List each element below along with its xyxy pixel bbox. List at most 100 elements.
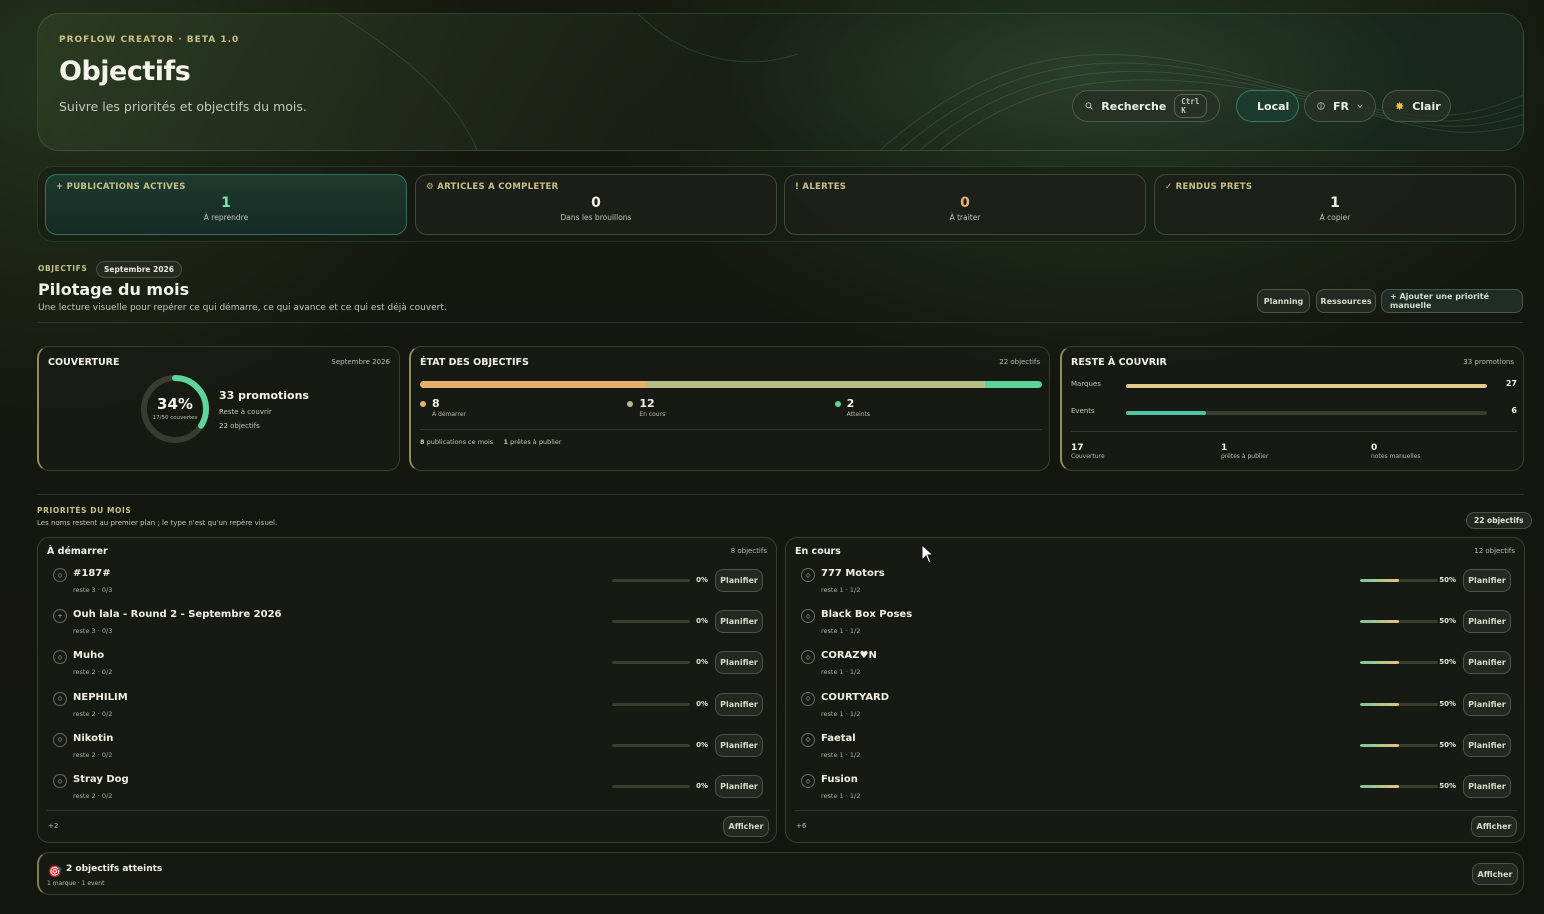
divider — [1071, 431, 1517, 432]
plan-button[interactable]: Planifier — [1463, 733, 1511, 757]
achieved-sub: 1 marque · 1 event — [47, 880, 105, 887]
priority-sub: reste 1 · 1/2 — [821, 792, 861, 800]
priority-name: Ouh lala - Round 2 - Septembre 2026 — [73, 609, 282, 621]
priority-sub: reste 1 · 1/2 — [821, 627, 861, 636]
state-segment — [985, 381, 1042, 388]
priority-name: 777 Motors — [821, 568, 885, 579]
list-meta: 12 objectifs — [1474, 547, 1515, 555]
add-priority-button[interactable]: + Ajouter une priorité manuelle — [1381, 289, 1523, 313]
search-label: Recherche — [1101, 99, 1167, 113]
language-select[interactable]: FR — [1304, 90, 1376, 122]
show-more-button[interactable]: Afficher — [1471, 816, 1517, 837]
resources-button[interactable]: Ressources — [1316, 289, 1376, 313]
plan-button[interactable]: Planifier — [1463, 569, 1511, 592]
divider — [38, 322, 1523, 323]
priority-row[interactable]: ◇ #187# reste 3 · 0/3 0% Planifier — [38, 564, 778, 604]
priority-percent: 50% — [1439, 576, 1456, 584]
card-meta: 33 promotions — [1463, 358, 1514, 366]
stat-value: 1 — [221, 195, 231, 211]
legend-value: 8 — [432, 397, 440, 410]
stat-value: 0 — [591, 195, 601, 211]
coverage-percent: 34% — [157, 395, 193, 413]
priority-progress-track — [612, 661, 690, 665]
show-more-button[interactable]: Afficher — [723, 816, 769, 837]
priority-name: #187# — [73, 568, 111, 579]
state-segment — [420, 381, 647, 388]
diamond-icon: ◇ — [801, 732, 815, 747]
priority-percent: 50% — [1439, 658, 1456, 667]
plan-button[interactable]: Planifier — [1463, 692, 1511, 716]
stat-caption: À traiter — [949, 213, 981, 222]
priority-percent: 50% — [1439, 782, 1456, 790]
priority-row[interactable]: ◇ Fusion reste 1 · 1/2 50% Planifier — [786, 770, 1526, 810]
priority-row[interactable]: ◇ NEPHILIM reste 2 · 0/2 0% Planifier — [38, 688, 778, 728]
card-title: COUVERTURE — [48, 357, 120, 368]
priority-progress-track — [1360, 620, 1438, 624]
stat-card-publications[interactable]: + PUBLICATIONS ACTIVES 1 À reprendre — [45, 174, 407, 235]
legend-value: 12 — [639, 397, 655, 410]
state-legend: 8À démarrer 12 En cours 2 Atteints — [420, 397, 1042, 425]
diamond-icon: ◇ — [53, 650, 67, 665]
remaining-bar-value: 6 — [1511, 406, 1517, 415]
priority-percent: 0% — [696, 782, 708, 790]
plan-button[interactable]: Planifier — [715, 775, 763, 798]
coverage-objectives: 22 objectifs — [219, 422, 260, 430]
planning-button[interactable]: Planning — [1257, 289, 1310, 313]
search-button[interactable]: Recherche Ctrl K — [1072, 90, 1220, 122]
mouse-cursor-icon — [921, 544, 935, 564]
priority-row[interactable]: ◇ Muho reste 2 · 0/2 0% Planifier — [38, 646, 778, 686]
local-mode-button[interactable]: Local — [1236, 90, 1299, 122]
plan-button[interactable]: Planifier — [715, 651, 763, 675]
pub-label: publications ce mois — [426, 438, 494, 446]
priority-name: Black Box Poses — [821, 609, 913, 621]
stat-label: ✓ RENDUS PRETS — [1165, 182, 1253, 192]
priorities-count-chip: 22 objectifs — [1466, 512, 1532, 529]
priority-row[interactable]: ◇ Stray Dog reste 2 · 0/2 0% Planifier — [38, 770, 778, 810]
plan-button[interactable]: Planifier — [715, 569, 763, 592]
plan-button[interactable]: Planifier — [715, 610, 763, 634]
remaining-bar-row: Marques 27 — [1071, 379, 1517, 393]
plan-button[interactable]: Planifier — [1463, 610, 1511, 634]
priority-sub: reste 1 · 1/2 — [821, 709, 861, 718]
legend-row: 12 — [627, 397, 665, 410]
plan-button[interactable]: Planifier — [715, 733, 763, 757]
priority-progress-track — [612, 579, 690, 582]
priority-row[interactable]: ◇ Black Box Poses reste 1 · 1/2 50% Planifie… — [786, 605, 1526, 645]
state-stacked-bar — [420, 381, 1042, 388]
stat-card-renders[interactable]: ✓ RENDUS PRETS 1 À copier — [1154, 174, 1516, 235]
stat-card-alerts[interactable]: ! ALERTES 0 À traiter — [784, 174, 1146, 235]
priority-progress-fill — [1360, 661, 1399, 665]
page-header — [37, 13, 1524, 151]
diamond-icon: ◇ — [801, 568, 815, 582]
priority-sub: reste 1 · 1/2 — [821, 586, 861, 594]
plan-button[interactable]: Planifier — [1463, 775, 1511, 798]
priority-name: Fusion — [821, 774, 858, 785]
remaining-bar-label: Marques — [1071, 380, 1101, 388]
state-footer: 8 publications ce mois 1 prêtes à publie… — [420, 438, 562, 446]
priority-progress-track — [1360, 579, 1438, 582]
theme-toggle[interactable]: ✸ Clair — [1382, 90, 1451, 122]
doing-rows: ◇ 777 Motors reste 1 · 1/2 50% Planifier ◇ Bla… — [786, 564, 1526, 810]
priority-percent: 0% — [696, 576, 708, 584]
card-title: ÉTAT DES OBJECTIFS — [420, 357, 529, 368]
stat-card-articles[interactable]: ⚙ ARTICLES A COMPLETER 0 Dans les brouil… — [415, 174, 777, 235]
priority-row[interactable]: ◇ Faetal reste 1 · 1/2 50% Planifier — [786, 729, 1526, 769]
plan-button[interactable]: Planifier — [715, 692, 763, 716]
divider — [47, 810, 769, 811]
priority-row[interactable]: + Ouh lala - Round 2 - Septembre 2026 rest… — [38, 605, 778, 645]
remaining-bars: Marques 27 Events 6 — [1071, 379, 1517, 429]
ready-label: prêtes à publier — [510, 438, 562, 446]
priority-row[interactable]: ◇ Nikotin reste 2 · 0/2 0% Planifier — [38, 729, 778, 769]
priority-row[interactable]: ◇ CORAZ♥N reste 1 · 1/2 50% Planifier — [786, 646, 1526, 686]
remaining-bar-row: Events 6 — [1071, 406, 1517, 420]
priority-name: COURTYARD — [821, 691, 890, 703]
priority-row[interactable]: ◇ 777 Motors reste 1 · 1/2 50% Planifier — [786, 564, 1526, 604]
priority-sub: reste 1 · 1/2 — [821, 668, 861, 677]
remaining-bar-track — [1126, 411, 1487, 415]
achieved-show-button[interactable]: Afficher — [1472, 863, 1518, 885]
language-label: FR — [1333, 99, 1349, 113]
stat-caption: À reprendre — [203, 213, 249, 222]
priority-row[interactable]: ◇ COURTYARD reste 1 · 1/2 50% Planifier — [786, 688, 1526, 728]
priority-progress-fill — [1360, 702, 1399, 706]
plan-button[interactable]: Planifier — [1463, 651, 1511, 675]
